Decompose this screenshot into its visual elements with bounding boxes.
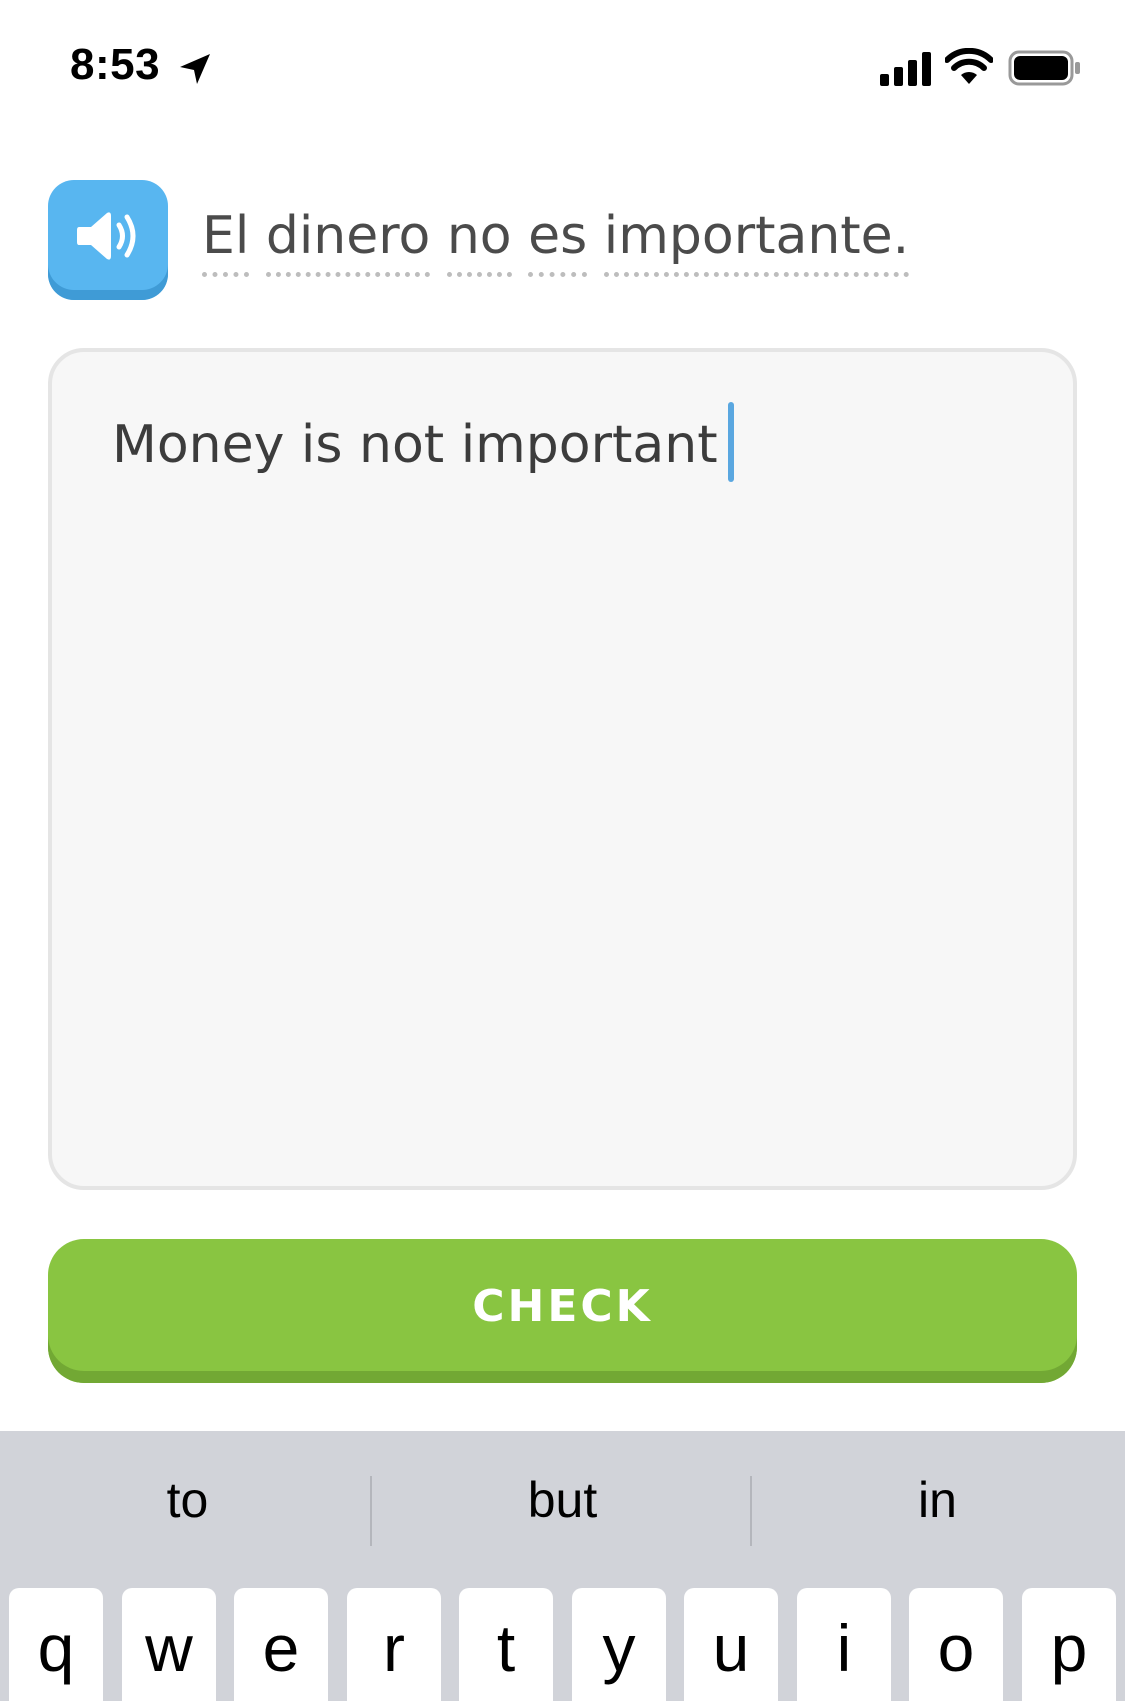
key-i[interactable]: i (797, 1588, 891, 1701)
cellular-signal-icon (880, 52, 931, 86)
key-y[interactable]: y (572, 1588, 666, 1701)
suggestion-divider (370, 1476, 372, 1546)
key-e[interactable]: e (234, 1588, 328, 1701)
key-q[interactable]: q (9, 1588, 103, 1701)
key-r[interactable]: r (347, 1588, 441, 1701)
status-time: 8:53 (70, 40, 161, 89)
key-p[interactable]: p (1022, 1588, 1116, 1701)
key-w[interactable]: w (122, 1588, 216, 1701)
key-o[interactable]: o (909, 1588, 1003, 1701)
key-t[interactable]: t (459, 1588, 553, 1701)
wifi-icon (945, 48, 993, 84)
keyboard: to but in q w e r t y u i o p (0, 1431, 1125, 1701)
check-button[interactable]: CHECK (48, 1239, 1077, 1383)
key-u[interactable]: u (684, 1588, 778, 1701)
answer-input[interactable]: Money is not important (48, 348, 1077, 1190)
suggestion-item[interactable]: but (375, 1471, 750, 1529)
prompt-word[interactable]: dinero (265, 206, 431, 277)
prompt-sentence: El dinero no es importante. (202, 206, 910, 277)
keyboard-suggestion-bar: to but in (0, 1431, 1125, 1591)
play-audio-button[interactable] (48, 180, 168, 300)
answer-input-text: Money is not important (112, 402, 734, 482)
prompt-word[interactable]: importante. (603, 206, 910, 277)
prompt-word[interactable]: El (202, 206, 250, 277)
prompt-word[interactable]: no (446, 206, 512, 277)
answer-value: Money is not important (112, 415, 718, 475)
status-bar: 8:53 (0, 0, 1125, 140)
suggestion-item[interactable]: to (0, 1471, 375, 1529)
text-caret (727, 402, 734, 482)
speaker-icon (77, 212, 136, 260)
prompt-word[interactable]: es (528, 206, 588, 277)
suggestion-item[interactable]: in (750, 1471, 1125, 1529)
battery-icon (1008, 50, 1080, 86)
location-arrow-icon (180, 54, 210, 84)
